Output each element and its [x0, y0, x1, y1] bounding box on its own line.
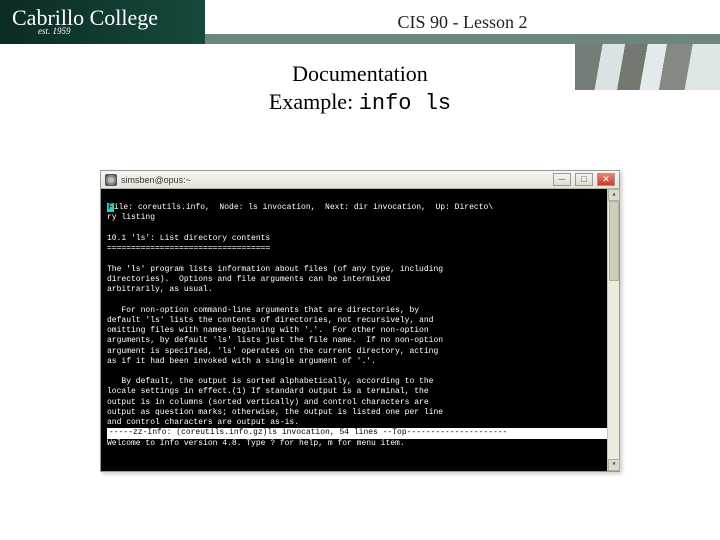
terminal-titlebar[interactable]: simsben@opus:~ ─ □ ✕: [101, 171, 619, 189]
info-help-line: Welcome to Info version 4.8. Type ? for …: [107, 439, 405, 448]
college-logo: Cabrillo College est. 1959: [0, 0, 205, 44]
subtitle-label: Example:: [269, 89, 359, 114]
header-accent-strip: [205, 34, 720, 44]
cursor-highlight: F: [107, 203, 114, 212]
scroll-up-arrow[interactable]: ▴: [608, 189, 620, 201]
info-status-line: -----zz-Info: (coreutils.info.gz)ls invo…: [107, 428, 613, 438]
terminal-title: simsben@opus:~: [121, 175, 549, 185]
logo-text: Cabrillo College: [12, 9, 205, 27]
terminal-window: simsben@opus:~ ─ □ ✕ File: coreutils.inf…: [100, 170, 620, 472]
terminal-scrollbar[interactable]: ▴ ▾: [607, 189, 619, 471]
page-header: Cabrillo College est. 1959 CIS 90 - Less…: [0, 0, 720, 44]
terminal-body[interactable]: File: coreutils.info, Node: ls invocatio…: [101, 189, 619, 471]
subtitle-line1: Documentation: [0, 60, 720, 88]
info-body-text: 10.1 'ls': List directory contents =====…: [107, 234, 443, 427]
close-button[interactable]: ✕: [597, 173, 615, 186]
slide-subtitle: Documentation Example: info ls: [0, 60, 720, 117]
logo-est: est. 1959: [38, 28, 205, 35]
subtitle-command: info ls: [359, 91, 451, 116]
scroll-thumb[interactable]: [609, 201, 619, 281]
scroll-down-arrow[interactable]: ▾: [608, 459, 620, 471]
terminal-app-icon: [105, 174, 117, 186]
minimize-button[interactable]: ─: [553, 173, 571, 186]
info-header-line-2: ry listing: [107, 213, 155, 222]
subtitle-line2: Example: info ls: [0, 88, 720, 118]
maximize-button[interactable]: □: [575, 173, 593, 186]
course-title: CIS 90 - Lesson 2: [205, 12, 720, 33]
info-header-line: File: coreutils.info, Node: ls invocatio…: [107, 203, 493, 212]
